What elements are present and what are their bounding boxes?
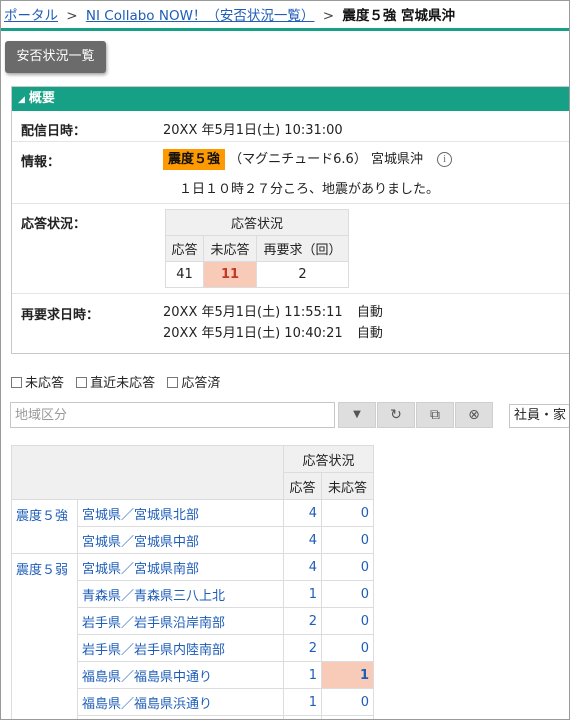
answered-count[interactable]: 1 [283,688,322,716]
region-link[interactable] [77,715,284,720]
rerequest-mode: 自動 [356,326,383,341]
answered-count[interactable]: 1 [283,661,322,689]
answered-count[interactable]: 4 [283,553,322,581]
answered-count[interactable]: 4 [283,499,322,527]
delivery-value: 20XX 年5月1日(土) 10:31:00 [163,123,343,138]
delivery-row: 配信日時： 20XX 年5月1日(土) 10:31:00 [12,111,570,142]
region-link[interactable]: 岩手県／岩手県内陸南部 [77,634,284,662]
answered-count[interactable] [283,715,322,720]
region-link[interactable]: 宮城県／宮城県北部 [77,499,284,527]
breadcrumb-current: 震度５強 宮城県沖 [342,8,456,24]
breadcrumb-list-link[interactable]: NI Collabo NOW！（安否状況一覧） [86,8,315,24]
response-row: 応答状況： 応答状況 応答 未応答 再要求（回） 41 11 2 [12,204,570,294]
info-value: 震度５強 （マグニチュード6.6） 宮城県沖 i [163,148,453,170]
filter-unanswered-label: 未応答 [25,376,65,391]
info-label: 情報： [21,155,61,170]
unanswered-count[interactable]: 0 [321,499,374,527]
epicenter-text: 宮城県沖 [370,152,423,167]
response-answered-count: 41 [165,261,204,288]
filter-answered-label: 応答済 [181,376,221,391]
region-link[interactable]: 青森県／青森県三八上北 [77,580,284,608]
checkbox-recent-unanswered[interactable] [76,377,88,388]
chevron-down-icon[interactable]: ▼ [338,402,376,428]
grid-header-answered: 応答 [283,472,322,500]
table-row: 震度５弱 宮城県／宮城県南部 4 0 [11,553,374,720]
intensity-level: 震度５強 [11,499,78,554]
breadcrumb: ポータル > NI Collabo NOW！（安否状況一覧） > 震度５強 宮城… [0,0,570,31]
response-label: 応答状況： [21,217,87,232]
region-input[interactable] [10,402,335,428]
collapse-triangle-icon: ◢ [18,95,25,105]
filter-recent-unanswered-label: 直近未応答 [90,376,156,391]
unanswered-count[interactable]: 0 [321,526,374,554]
response-header-rerequest: 再要求（回） [256,235,349,262]
copy-icon[interactable]: ⧉ [416,402,454,428]
region-link[interactable]: 宮城県／宮城県中部 [77,526,284,554]
response-table-title: 応答状況 [165,209,349,236]
rerequest-row: 再要求日時： 20XX 年5月1日(土) 11:55:11 自動 20XX 年5… [12,294,570,354]
intensity-badge: 震度５強 [163,149,226,170]
clear-icon[interactable]: ⊗ [455,402,493,428]
rerequest-datetime: 20XX 年5月1日(土) 11:55:11 [163,305,343,320]
unanswered-count[interactable]: 0 [321,580,374,608]
response-filters: 未応答 直近未応答 応答済 [11,372,228,391]
rerequest-datetime: 20XX 年5月1日(土) 10:40:21 [163,326,343,341]
filter-answered[interactable]: 応答済 [167,376,220,391]
breadcrumb-portal-link[interactable]: ポータル [4,8,58,24]
response-rerequest-count: 2 [256,261,349,288]
response-header-answered: 応答 [165,235,204,262]
magnitude-text: （マグニチュード6.6） [229,152,367,167]
rerequest-mode: 自動 [356,305,383,320]
grid-header-unanswered: 未応答 [321,472,374,500]
rerequest-label: 再要求日時： [21,308,100,323]
answered-count[interactable]: 4 [283,526,322,554]
region-link[interactable]: 宮城県／宮城県南部 [77,553,284,581]
region-link[interactable]: 岩手県／岩手県沿岸南部 [77,607,284,635]
intensity-level: 震度５弱 [11,553,78,720]
answered-count[interactable]: 2 [283,634,322,662]
rerequest-list: 20XX 年5月1日(土) 11:55:11 自動 20XX 年5月1日(土) … [163,302,383,344]
rerequest-item: 20XX 年5月1日(土) 10:40:21 自動 [163,323,383,344]
unanswered-count[interactable]: 0 [321,553,374,581]
info-message: １日１０時２７分ころ、地震がありました。 [179,182,440,197]
response-unanswered-count: 11 [203,261,257,288]
delivery-label: 配信日時： [21,124,87,139]
unanswered-count[interactable] [321,715,374,720]
breadcrumb-separator: > [66,8,78,24]
unanswered-count[interactable]: 0 [321,634,374,662]
filter-recent-unanswered[interactable]: 直近未応答 [76,376,155,391]
checkbox-unanswered[interactable] [11,377,22,388]
response-header-unanswered: 未応答 [203,235,257,262]
grid-corner [11,445,284,500]
info-icon[interactable]: i [437,152,453,167]
member-type-select[interactable]: 社員・家 [509,404,570,428]
response-summary-table: 応答状況 応答 未応答 再要求（回） 41 11 2 [165,209,349,288]
region-link[interactable]: 福島県／福島県中通り [77,661,284,689]
region-link[interactable]: 福島県／福島県浜通り [77,688,284,716]
reset-icon[interactable]: ↻ [377,402,415,428]
grid-group-header: 応答状況 [283,445,374,473]
safety-list-button[interactable]: 安否状況一覧 [5,41,106,73]
unanswered-count[interactable]: 0 [321,688,374,716]
answered-count[interactable]: 2 [283,607,322,635]
breadcrumb-separator: > [322,8,335,24]
checkbox-answered[interactable] [167,377,179,388]
unanswered-count[interactable]: 0 [321,607,374,635]
info-row: 情報： 震度５強 （マグニチュード6.6） 宮城県沖 i １日１０時２７分ころ、… [12,142,570,204]
filter-unanswered[interactable]: 未応答 [11,376,64,391]
answered-count[interactable]: 1 [283,580,322,608]
region-response-grid: 応答状況 応答 未応答 震度５強 宮城県／宮城県北部 4 0 宮城県／宮城県中部… [11,445,374,720]
overview-panel: ◢ 概要 配信日時： 20XX 年5月1日(土) 10:31:00 情報： 震度５… [11,86,570,354]
overview-title: 概要 [28,91,55,106]
table-row: 震度５強 宮城県／宮城県北部 4 0 [11,499,374,554]
rerequest-item: 20XX 年5月1日(土) 11:55:11 自動 [163,302,383,323]
overview-header[interactable]: ◢ 概要 [12,87,570,111]
unanswered-count-highlight[interactable]: 1 [321,661,374,689]
